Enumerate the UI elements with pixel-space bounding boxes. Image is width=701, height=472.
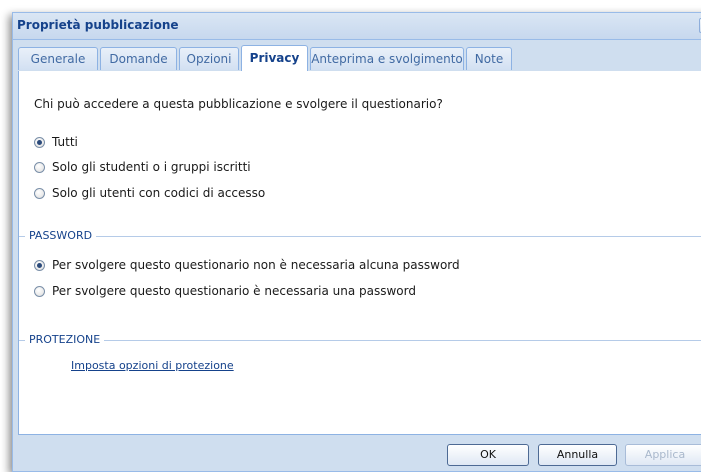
protection-legend: PROTEZIONE bbox=[25, 333, 105, 347]
access-option-iscritti[interactable]: Solo gli studenti o i gruppi iscritti bbox=[34, 159, 251, 175]
radio-label: Solo gli studenti o i gruppi iscritti bbox=[52, 160, 251, 174]
radio-label: Per svolgere questo questionario non è n… bbox=[52, 258, 460, 272]
radio-label: Tutti bbox=[52, 135, 78, 149]
tab-privacy[interactable]: Privacy bbox=[241, 45, 308, 72]
password-option-none[interactable]: Per svolgere questo questionario non è n… bbox=[34, 257, 460, 273]
privacy-panel: Chi può accedere a questa pubblicazione … bbox=[18, 71, 701, 435]
tab-strip: Generale Domande Opzioni Privacy Antepri… bbox=[18, 45, 701, 72]
password-legend: PASSWORD bbox=[25, 229, 97, 243]
radio-label: Solo gli utenti con codici di accesso bbox=[52, 186, 266, 200]
access-option-codici[interactable]: Solo gli utenti con codici di accesso bbox=[34, 185, 265, 201]
access-option-tutti[interactable]: Tutti bbox=[34, 134, 78, 150]
divider bbox=[19, 236, 701, 237]
tab-opzioni[interactable]: Opzioni bbox=[179, 47, 239, 70]
apply-button[interactable]: Applica bbox=[625, 444, 701, 466]
radio-button[interactable] bbox=[34, 136, 45, 148]
access-question: Chi può accedere a questa pubblicazione … bbox=[34, 97, 443, 111]
tab-note[interactable]: Note bbox=[466, 47, 512, 70]
protection-options-link[interactable]: Imposta opzioni di protezione bbox=[71, 359, 234, 372]
dialog-title: Proprietà pubblicazione bbox=[17, 18, 179, 32]
password-section-header: PASSWORD bbox=[19, 229, 701, 243]
divider bbox=[19, 340, 701, 341]
radio-label: Per svolgere questo questionario è neces… bbox=[52, 284, 416, 298]
properties-dialog: Proprietà pubblicazione X Generale Doman… bbox=[12, 12, 701, 472]
dialog-footer: OK Annulla Applica bbox=[13, 435, 701, 471]
protection-section-header: PROTEZIONE bbox=[19, 333, 701, 347]
cancel-button[interactable]: Annulla bbox=[538, 444, 617, 466]
tab-generale[interactable]: Generale bbox=[18, 47, 98, 70]
password-option-required[interactable]: Per svolgere questo questionario è neces… bbox=[34, 283, 416, 299]
radio-button[interactable] bbox=[34, 285, 45, 297]
radio-button[interactable] bbox=[34, 187, 45, 199]
dialog-titlebar[interactable]: Proprietà pubblicazione X bbox=[13, 13, 701, 40]
tab-domande[interactable]: Domande bbox=[100, 47, 177, 70]
radio-button[interactable] bbox=[34, 161, 45, 173]
tab-anteprima-e-svolgimento[interactable]: Anteprima e svolgimento bbox=[310, 47, 464, 70]
radio-button[interactable] bbox=[34, 259, 45, 271]
ok-button[interactable]: OK bbox=[447, 444, 529, 466]
